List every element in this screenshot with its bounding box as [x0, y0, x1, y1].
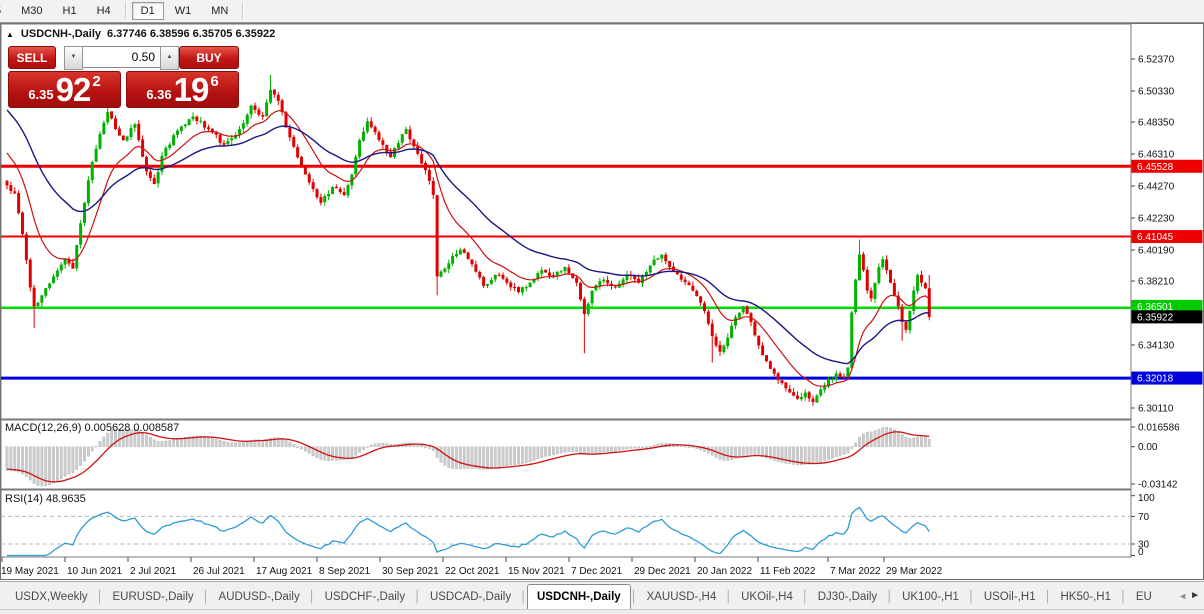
timeframe-m30[interactable]: M30 [12, 2, 51, 20]
chart-tab-hk50-h1[interactable]: HK50-,H1 [1051, 585, 1120, 610]
timeframe-h4[interactable]: H4 [88, 2, 120, 20]
svg-text:6.45528: 6.45528 [1137, 162, 1174, 173]
sell-price-display[interactable]: 6.35 92 2 [8, 71, 121, 108]
status-strip [0, 609, 1204, 614]
volume-increase-button[interactable]: ▲ [160, 46, 179, 70]
buy-price-display[interactable]: 6.36 19 6 [126, 71, 239, 108]
svg-text:11 Feb 2022: 11 Feb 2022 [760, 566, 816, 577]
chart-tab-usdchf-daily[interactable]: USDCHF-,Daily [316, 585, 415, 610]
toolbar-separator [242, 3, 245, 19]
svg-text:6.48350: 6.48350 [1138, 118, 1175, 129]
chart-tab-eu[interactable]: EU [1127, 585, 1161, 610]
chart-tab-usdcnh-daily[interactable]: USDCNH-,Daily [526, 584, 631, 610]
tab-scroll-arrows: ◄ ► [1172, 582, 1204, 609]
svg-text:6.42230: 6.42230 [1138, 213, 1175, 224]
chart-tab-xauusd-h4[interactable]: XAUUSD-,H4 [638, 585, 726, 610]
collapse-arrow-icon[interactable]: ▲ [6, 30, 14, 39]
buy-price-point: 6 [210, 73, 219, 90]
chart-tab-audusd-daily[interactable]: AUDUSD-,Daily [210, 585, 309, 610]
buy-button[interactable]: BUY [179, 46, 239, 69]
tab-separator: │ [1044, 591, 1052, 603]
volume-input[interactable] [83, 46, 160, 68]
tab-separator: │ [801, 591, 809, 603]
svg-text:7 Dec 2021: 7 Dec 2021 [571, 566, 623, 577]
timeframe-mn[interactable]: MN [202, 2, 237, 20]
timeframe-d1[interactable]: D1 [131, 2, 164, 20]
svg-text:0: 0 [1138, 547, 1144, 558]
timeframe-h1[interactable]: H1 [54, 2, 86, 20]
svg-text:6.32018: 6.32018 [1137, 374, 1174, 385]
chart-ohlc-values: 6.37746 6.38596 6.35705 6.35922 [107, 28, 276, 40]
svg-text:6.46310: 6.46310 [1138, 150, 1175, 161]
svg-text:6.40190: 6.40190 [1138, 245, 1175, 256]
chart-tab-ukoil-h4[interactable]: UKOil-,H4 [732, 585, 802, 610]
tab-separator: │ [414, 591, 421, 603]
chart-tab-usdcad-daily[interactable]: USDCAD-,Daily [421, 585, 520, 610]
svg-text:6.38210: 6.38210 [1138, 277, 1175, 288]
svg-text:20 Jan 2022: 20 Jan 2022 [697, 566, 752, 577]
sell-button[interactable]: SELL [8, 46, 56, 69]
svg-text:7 Mar 2022: 7 Mar 2022 [830, 566, 881, 577]
svg-text:2 Jul 2021: 2 Jul 2021 [130, 566, 177, 577]
svg-text:6.41045: 6.41045 [1137, 232, 1174, 243]
chart-tab-eurusd-daily[interactable]: EURUSD-,Daily [104, 585, 203, 610]
buy-price-handle: 6.36 [146, 87, 172, 102]
tab-separator: │ [886, 591, 894, 603]
timeframe-toolbar: 5 M30 H1 H4 D1 W1 MN [0, 0, 1204, 23]
chart-title: ▲ USDCNH-,Daily 6.37746 6.38596 6.35705 … [6, 28, 275, 40]
mt4-terminal: 6.52370 6.50330 6.48350 6.46310 6.44270 6.422… [0, 0, 1204, 614]
svg-text:15 Nov 2021: 15 Nov 2021 [508, 566, 565, 577]
svg-text:-0.03142: -0.03142 [1138, 480, 1178, 491]
tab-separator: │ [520, 591, 527, 603]
svg-text:6.35922: 6.35922 [1137, 312, 1174, 323]
timeframe-w1[interactable]: W1 [166, 2, 201, 20]
tab-separator: │ [202, 591, 210, 603]
tab-separator: │ [967, 591, 975, 603]
svg-text:26 Jul 2021: 26 Jul 2021 [193, 566, 245, 577]
chart-tab-dj30-daily[interactable]: DJ30-,Daily [809, 585, 886, 610]
svg-text:0.00: 0.00 [1138, 442, 1158, 453]
svg-text:6.52370: 6.52370 [1138, 55, 1175, 66]
sell-price-point: 2 [92, 73, 101, 90]
svg-text:22 Oct 2021: 22 Oct 2021 [445, 566, 500, 577]
sell-price-pips: 92 [55, 71, 92, 108]
timeframe-m5[interactable]: 5 [0, 2, 10, 20]
svg-text:29 Mar 2022: 29 Mar 2022 [886, 566, 943, 577]
svg-text:29 Dec 2021: 29 Dec 2021 [634, 566, 691, 577]
svg-text:17 Aug 2021: 17 Aug 2021 [256, 566, 313, 577]
svg-text:6.30110: 6.30110 [1138, 403, 1174, 414]
svg-text:RSI(14) 48.9635: RSI(14) 48.9635 [5, 493, 86, 505]
svg-text:6.50330: 6.50330 [1138, 86, 1175, 97]
chart-tab-usoil-h1[interactable]: USOil-,H1 [975, 585, 1045, 610]
scroll-tabs-left-icon[interactable]: ◄ [1178, 591, 1187, 601]
toolbar-separator [124, 3, 127, 19]
svg-text:100: 100 [1138, 493, 1155, 504]
chart-tab-uk100-h1[interactable]: UK100-,H1 [893, 585, 968, 610]
svg-text:70: 70 [1138, 512, 1150, 523]
tab-separator: │ [725, 591, 733, 603]
svg-text:0.016586: 0.016586 [1138, 423, 1180, 434]
volume-decrease-button[interactable]: ▼ [64, 46, 83, 70]
chart-tab-usdx-weekly[interactable]: USDX,Weekly [6, 585, 97, 610]
svg-text:MACD(12,26,9) 0.005628 0.00858: MACD(12,26,9) 0.005628 0.008587 [5, 422, 179, 434]
buy-price-pips: 19 [173, 71, 210, 108]
tab-separator: │ [1119, 591, 1127, 603]
scroll-tabs-right-icon[interactable]: ► [1190, 590, 1200, 601]
tab-separator: │ [308, 591, 316, 603]
tab-separator: │ [630, 591, 638, 603]
chart-tab-bar: USDX,Weekly │ EURUSD-,Daily │ AUDUSD-,Daily │… [0, 581, 1204, 610]
tab-separator: │ [96, 591, 104, 603]
sell-price-handle: 6.35 [28, 87, 54, 102]
svg-text:6.34130: 6.34130 [1138, 340, 1175, 351]
svg-text:6.44270: 6.44270 [1138, 181, 1175, 192]
chart-symbol-label: USDCNH-,Daily [20, 28, 101, 40]
svg-text:10 Jun 2021: 10 Jun 2021 [67, 566, 122, 577]
svg-text:19 May 2021: 19 May 2021 [1, 566, 59, 577]
one-click-trading-panel: SELL ▼ ▲ BUY 6.35 92 2 6.36 19 6 [8, 46, 239, 108]
svg-text:30 Sep 2021: 30 Sep 2021 [382, 566, 439, 577]
svg-text:8 Sep 2021: 8 Sep 2021 [319, 566, 371, 577]
